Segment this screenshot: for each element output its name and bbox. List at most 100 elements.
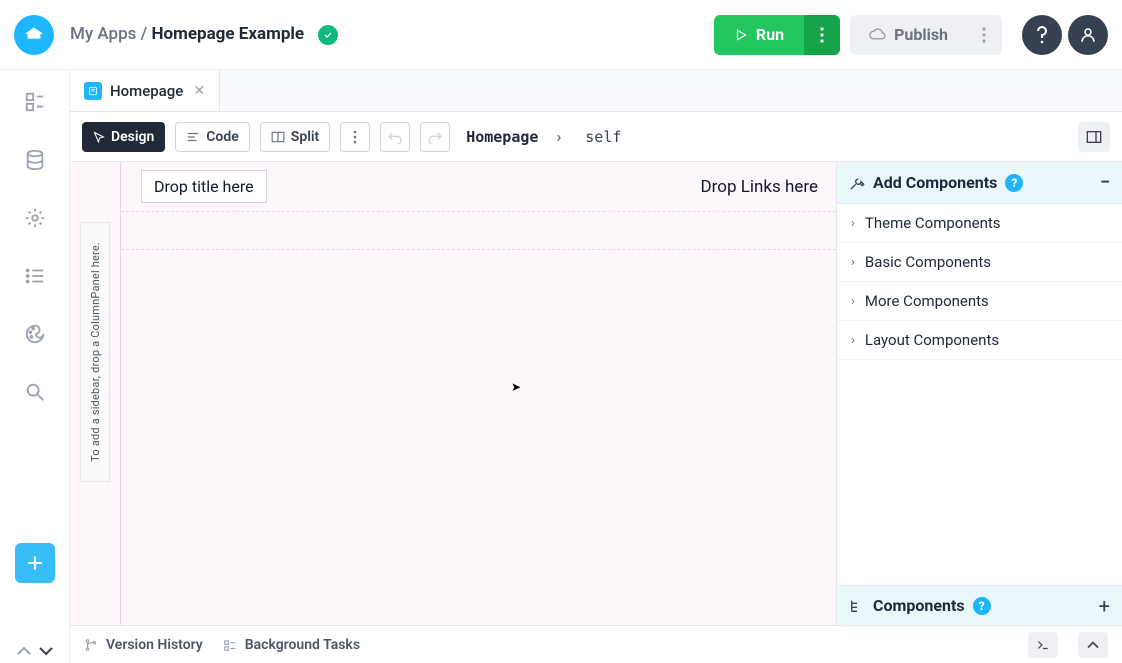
design-canvas[interactable]: Drop title here Drop Links here ➤ (120, 162, 836, 625)
editor-tab[interactable]: Homepage ✕ (70, 70, 220, 111)
undo-button[interactable] (380, 122, 410, 152)
version-history-label: Version History (106, 637, 203, 653)
version-history-tab[interactable]: Version History (84, 637, 203, 653)
run-button-group: Run (714, 15, 840, 55)
tree-icon (849, 598, 865, 614)
terminal-icon (1036, 639, 1050, 651)
main-area: Homepage ✕ Design Code Split Homepage › … (70, 70, 1122, 663)
list-button[interactable] (23, 264, 47, 288)
publish-label: Publish (894, 25, 948, 44)
redo-icon (427, 130, 443, 144)
tasks-icon (223, 638, 237, 652)
chevron-down-icon[interactable] (38, 645, 54, 657)
search-button[interactable] (23, 380, 47, 404)
background-tasks-tab[interactable]: Background Tasks (223, 637, 360, 653)
workarea: To add a sidebar, drop a ColumnPanel her… (70, 162, 1122, 625)
settings-button[interactable] (23, 206, 47, 230)
add-button[interactable] (15, 543, 55, 583)
wrench-icon (849, 175, 865, 191)
more-options-button[interactable] (340, 122, 370, 152)
bottom-bar: Version History Background Tasks (70, 625, 1122, 663)
rail-nav-arrows (0, 645, 70, 657)
links-drop-zone[interactable]: Drop Links here (701, 177, 819, 197)
canvas-row[interactable] (121, 212, 836, 250)
chevron-right-icon: › (851, 216, 855, 231)
breadcrumb: My Apps / Homepage Example (70, 24, 338, 45)
database-button[interactable] (23, 148, 47, 172)
play-icon (734, 28, 748, 42)
chevron-up-icon[interactable] (16, 645, 32, 657)
component-group-label: Basic Components (865, 253, 991, 271)
chevron-right-icon: › (851, 333, 855, 348)
components-tree-title: Components (873, 596, 965, 615)
sidebar-drop-zone[interactable]: To add a sidebar, drop a ColumnPanel her… (80, 222, 110, 482)
canvas-wrap: To add a sidebar, drop a ColumnPanel her… (70, 162, 836, 625)
code-lines-icon (186, 131, 200, 143)
chevron-up-icon (1086, 640, 1100, 650)
split-view-button[interactable]: Split (260, 122, 330, 152)
panel-icon (1086, 130, 1102, 144)
editor-tabs: Homepage ✕ (70, 70, 1122, 112)
code-view-button[interactable]: Code (175, 122, 250, 152)
component-group[interactable]: › Layout Components (837, 321, 1122, 360)
breadcrumb-parent[interactable]: My Apps (70, 24, 136, 44)
run-button[interactable]: Run (714, 25, 804, 44)
component-group[interactable]: › More Components (837, 282, 1122, 321)
chevron-right-icon: › (556, 127, 561, 146)
vertical-dots-icon (820, 27, 824, 43)
mouse-cursor-icon: ➤ (511, 380, 521, 394)
right-panel: Add Components ? − › Theme Components › … (836, 162, 1122, 625)
account-button[interactable] (1068, 15, 1108, 55)
component-breadcrumb-leaf[interactable]: self (585, 128, 621, 146)
publish-button[interactable]: Publish (850, 25, 966, 44)
cursor-icon (93, 131, 105, 143)
editor-tab-label: Homepage (110, 82, 183, 100)
sidebar-drop-hint-text: To add a sidebar, drop a ColumnPanel her… (89, 242, 102, 462)
chevron-right-icon: › (851, 255, 855, 270)
branch-icon (84, 638, 98, 652)
editor-toolbar: Design Code Split Homepage › self (70, 112, 1122, 162)
component-group[interactable]: › Basic Components (837, 243, 1122, 282)
theme-button[interactable] (23, 322, 47, 346)
toggle-right-panel-button[interactable] (1078, 122, 1110, 152)
component-group-label: Layout Components (865, 331, 999, 349)
cloud-icon (868, 28, 886, 42)
component-breadcrumb-root[interactable]: Homepage (466, 128, 538, 146)
expand-icon[interactable]: + (1099, 594, 1110, 618)
vertical-dots-icon (982, 27, 986, 43)
expand-bottom-button[interactable] (1078, 632, 1108, 658)
app-browser-button[interactable] (23, 90, 47, 114)
add-components-title: Add Components (873, 173, 997, 192)
user-icon (1079, 26, 1097, 44)
form-icon (84, 82, 102, 100)
question-icon (1036, 26, 1048, 44)
left-rail (0, 70, 70, 663)
console-button[interactable] (1028, 632, 1058, 658)
run-menu-button[interactable] (804, 15, 840, 55)
title-drop-zone[interactable]: Drop title here (141, 170, 267, 203)
component-group-label: Theme Components (865, 214, 1001, 232)
collapse-icon[interactable]: − (1100, 172, 1110, 193)
redo-button[interactable] (420, 122, 450, 152)
split-label: Split (291, 129, 319, 145)
chevron-right-icon: › (851, 294, 855, 309)
breadcrumb-current[interactable]: Homepage Example (152, 24, 305, 44)
canvas-header-row: Drop title here Drop Links here (121, 162, 836, 212)
help-button[interactable] (1022, 15, 1062, 55)
components-tree-header[interactable]: Components ? + (837, 585, 1122, 625)
design-label: Design (111, 129, 154, 145)
background-tasks-label: Background Tasks (245, 637, 360, 653)
close-icon[interactable]: ✕ (193, 83, 205, 99)
help-icon[interactable]: ? (1005, 174, 1023, 192)
vertical-dots-icon (353, 130, 357, 144)
add-components-header[interactable]: Add Components ? − (837, 162, 1122, 204)
app-logo[interactable] (14, 15, 54, 55)
publish-button-group: Publish (850, 15, 1002, 55)
plus-icon (25, 553, 45, 573)
design-view-button[interactable]: Design (82, 122, 165, 152)
component-group[interactable]: › Theme Components (837, 204, 1122, 243)
breadcrumb-separator: / (141, 24, 148, 44)
publish-menu-button[interactable] (966, 15, 1002, 55)
status-check-icon (318, 25, 338, 45)
help-icon[interactable]: ? (973, 597, 991, 615)
